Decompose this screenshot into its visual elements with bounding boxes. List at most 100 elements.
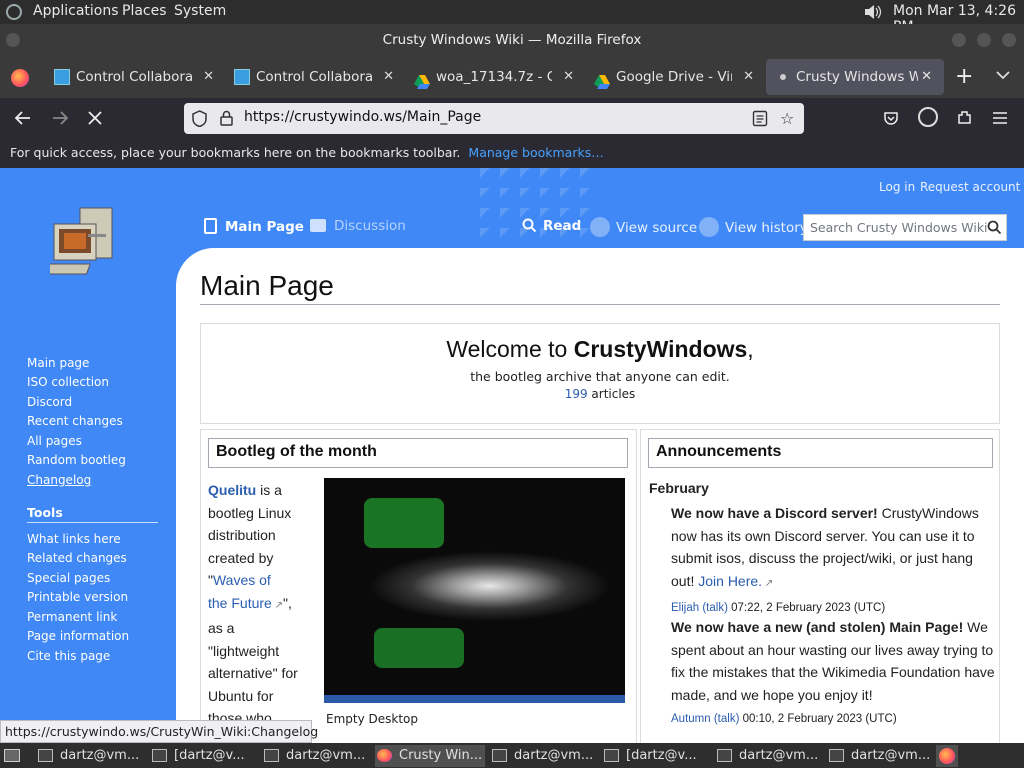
monitor-icon xyxy=(234,69,250,85)
sidebar-item-discord[interactable]: Discord xyxy=(27,395,72,409)
sidebar-item-main-page[interactable]: Main page xyxy=(27,356,89,370)
wiki-search[interactable]: Search Crusty Windows Wiki xyxy=(803,214,1007,241)
sidebar-item-changelog[interactable]: Changelog xyxy=(27,473,91,487)
request-account-link[interactable]: Request account xyxy=(920,180,1020,194)
taskbar-item-firefox-active[interactable]: Crusty Win... xyxy=(375,745,485,767)
menu-places[interactable]: Places xyxy=(122,3,167,19)
close-tab-icon[interactable]: ✕ xyxy=(383,60,394,94)
show-desktop-icon[interactable] xyxy=(4,749,20,762)
waves-link[interactable]: Waves of xyxy=(213,572,271,588)
sidebar-item-cite-this-page[interactable]: Cite this page xyxy=(27,649,110,663)
new-tab-icon[interactable]: + xyxy=(955,64,973,89)
tab-google-drive-virus[interactable]: Google Drive - Virus scan warning ✕ xyxy=(594,60,754,94)
wiki-search-input[interactable]: Search Crusty Windows Wiki xyxy=(810,220,988,235)
volume-icon[interactable] xyxy=(864,4,882,20)
quelitu-link[interactable]: Quelitu xyxy=(208,482,256,498)
pocket-icon[interactable] xyxy=(883,110,899,130)
firefox-icon[interactable] xyxy=(11,69,29,87)
bootleg-text: Quelitu is a bootleg Linux distribution … xyxy=(208,482,298,726)
close-tab-icon[interactable]: ✕ xyxy=(921,60,932,94)
close-tab-icon[interactable]: ✕ xyxy=(743,60,754,94)
signature: Autumn (talk) 00:10, 2 February 2023 (UT… xyxy=(671,706,1001,732)
login-link[interactable]: Log in xyxy=(879,180,915,194)
url-bar[interactable]: https://crustywindo.ws/Main_Page ☆ xyxy=(184,103,804,134)
tab-view-history[interactable]: View history xyxy=(699,217,808,237)
tab-control-collaboration-1[interactable]: Control Collaboration ✕ xyxy=(54,60,214,94)
sidebar-item-page-information[interactable]: Page information xyxy=(27,629,129,643)
future-link[interactable]: the Future xyxy=(208,595,272,611)
close-tab-icon[interactable]: ✕ xyxy=(563,60,574,94)
talk-link[interactable]: (talk) xyxy=(714,713,740,725)
taskbar-item-terminal[interactable]: [dartz@v... xyxy=(150,745,254,767)
taskbar-item-terminal[interactable]: dartz@vm... xyxy=(827,745,931,767)
welcome-heading: Welcome to CrustyWindows, xyxy=(201,336,999,363)
back-icon[interactable] xyxy=(14,109,32,131)
wrench-icon xyxy=(590,217,610,237)
search-icon[interactable] xyxy=(987,220,1002,239)
menu-applications[interactable]: Applications xyxy=(33,3,119,19)
sidebar-item-special-pages[interactable]: Special pages xyxy=(27,571,110,585)
sidebar-item-recent-changes[interactable]: Recent changes xyxy=(27,414,123,428)
account-icon[interactable] xyxy=(918,107,938,127)
tab-bar: Control Collaboration ✕ Control Collabor… xyxy=(0,56,1024,98)
close-window-icon[interactable] xyxy=(1002,33,1016,47)
terminal-icon xyxy=(152,749,167,762)
bootleg-line: "lightweight xyxy=(208,642,280,659)
sidebar-item-permanent-link[interactable]: Permanent link xyxy=(27,610,117,624)
user-autumn-link[interactable]: Autumn xyxy=(671,713,711,725)
taskbar-item-firefox[interactable] xyxy=(936,745,958,767)
lock-icon[interactable] xyxy=(220,110,233,130)
content-area: Main Page Welcome to CrustyWindows, the … xyxy=(176,248,1024,743)
tab-title: Crusty Windows Wiki xyxy=(796,69,918,85)
tab-google-drive-file[interactable]: woa_17134.7z - Google Drive ✕ xyxy=(414,60,574,94)
window-menu-icon[interactable] xyxy=(6,33,20,47)
close-tab-icon[interactable]: ✕ xyxy=(203,60,214,94)
external-link-icon: ↗ xyxy=(762,577,774,589)
sidebar-item-printable-version[interactable]: Printable version xyxy=(27,590,128,604)
window-titlebar[interactable]: Crusty Windows Wiki — Mozilla Firefox xyxy=(0,24,1024,56)
shield-icon[interactable] xyxy=(192,110,207,131)
screenshot-logo-art xyxy=(374,628,464,668)
list-all-tabs-icon[interactable] xyxy=(995,67,1011,83)
join-discord-link[interactable]: Join Here. xyxy=(698,573,762,589)
tab-control-collaboration-2[interactable]: Control Collaboration ✕ xyxy=(234,60,394,94)
taskbar-item-terminal[interactable]: dartz@vm... xyxy=(490,745,594,767)
extensions-icon[interactable] xyxy=(956,108,974,130)
tab-view-source[interactable]: View source xyxy=(590,217,697,237)
menu-system[interactable]: System xyxy=(174,3,226,19)
tab-crusty-windows-active[interactable]: Crusty Windows Wiki ✕ xyxy=(766,59,944,95)
announcements-box: Announcements February We now have a Dis… xyxy=(640,429,1000,743)
gnome-foot-icon[interactable] xyxy=(6,4,22,20)
tab-title: woa_17134.7z - Google Drive xyxy=(436,69,552,85)
sidebar-item-iso-collection[interactable]: ISO collection xyxy=(27,375,109,389)
taskbar-item-terminal[interactable]: [dartz@v... xyxy=(602,745,706,767)
manage-bookmarks-link[interactable]: Manage bookmarks… xyxy=(468,145,603,160)
stop-icon[interactable] xyxy=(86,109,104,131)
tab-discussion[interactable]: Discussion xyxy=(310,218,406,234)
bookmark-star-icon[interactable]: ☆ xyxy=(780,109,794,128)
tab-title: Control Collaboration xyxy=(76,69,192,85)
tab-main-page[interactable]: Main Page xyxy=(204,218,304,235)
tab-read[interactable]: Read xyxy=(522,218,581,234)
sidebar-item-all-pages[interactable]: All pages xyxy=(27,434,82,448)
user-elijah-link[interactable]: Elijah xyxy=(671,602,699,614)
forward-icon[interactable] xyxy=(51,109,69,131)
url-text[interactable]: https://crustywindo.ws/Main_Page xyxy=(244,109,481,125)
sidebar-item-random-bootleg[interactable]: Random bootleg xyxy=(27,453,126,467)
sidebar-item-related-changes[interactable]: Related changes xyxy=(27,551,127,565)
minimize-icon[interactable] xyxy=(952,33,966,47)
talk-link[interactable]: (talk) xyxy=(702,602,728,614)
taskbar-item-terminal[interactable]: dartz@vm... xyxy=(262,745,366,767)
status-url-panel: https://crustywindo.ws/CrustyWin_Wiki:Ch… xyxy=(0,720,318,743)
desktop-screenshot[interactable] xyxy=(324,478,625,703)
menu-icon[interactable] xyxy=(992,110,1008,129)
sidebar-item-what-links-here[interactable]: What links here xyxy=(27,532,121,546)
taskbar-item-terminal[interactable]: dartz@vm... xyxy=(715,745,819,767)
loading-icon xyxy=(780,74,786,80)
maximize-icon[interactable] xyxy=(977,33,991,47)
announcement-line: submit isos, discuss the project/wiki, o… xyxy=(671,550,973,566)
wiki-logo[interactable] xyxy=(37,204,124,290)
taskbar-item-terminal[interactable]: dartz@vm... xyxy=(36,745,140,767)
article-count-link[interactable]: 199 xyxy=(565,387,588,401)
reader-view-icon[interactable] xyxy=(752,110,768,131)
